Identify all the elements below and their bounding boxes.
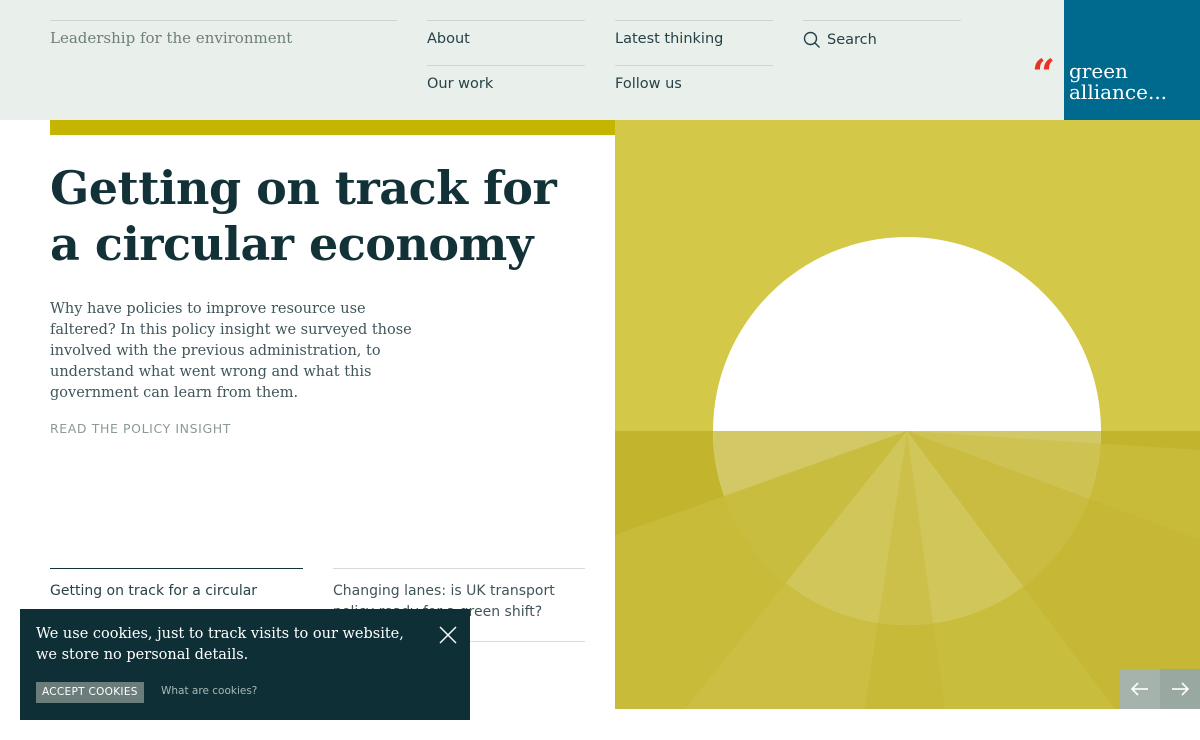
accept-cookies-button[interactable]: ACCEPT COOKIES (36, 682, 144, 703)
hero-illustration (615, 120, 1200, 709)
logo-line-1: green (1069, 59, 1128, 83)
hero-description: Why have policies to improve resource us… (50, 301, 412, 401)
site-header: Leadership for the environment About Lat… (0, 0, 1200, 120)
accent-bar (50, 120, 615, 135)
close-icon (438, 625, 458, 645)
site-tagline: Leadership for the environment (50, 29, 293, 47)
read-policy-insight-link[interactable]: READ THE POLICY INSIGHT (50, 421, 231, 436)
hero-title: Getting on track for a circular economy (50, 161, 557, 271)
tagline-column: Leadership for the environment (50, 20, 397, 47)
logo-text: green alliance... (1069, 61, 1167, 103)
nav-about[interactable]: About (427, 20, 585, 47)
cookie-close-button[interactable] (438, 625, 458, 645)
arrow-right-icon (1171, 682, 1189, 696)
search-icon (803, 31, 821, 49)
teaser-item-1[interactable]: Getting on track for a circular (50, 568, 303, 602)
nav-our-work[interactable]: Our work (427, 65, 585, 92)
logo-line-2: alliance... (1069, 80, 1168, 104)
carousel-prev-button[interactable] (1120, 669, 1160, 709)
logo-quote-mark: “ (1032, 51, 1055, 98)
carousel-controls (1120, 669, 1200, 709)
cookie-banner: We use cookies, just to track visits to … (20, 609, 470, 720)
nav-latest-thinking[interactable]: Latest thinking (615, 20, 773, 47)
arrow-left-icon (1131, 682, 1149, 696)
nav-follow-us[interactable]: Follow us (615, 65, 773, 92)
what-are-cookies-link[interactable]: What are cookies? (161, 685, 257, 697)
search-button[interactable]: Search (803, 20, 961, 49)
carousel-next-button[interactable] (1160, 669, 1200, 709)
cookie-message: We use cookies, just to track visits to … (36, 626, 404, 663)
search-label: Search (827, 32, 877, 48)
